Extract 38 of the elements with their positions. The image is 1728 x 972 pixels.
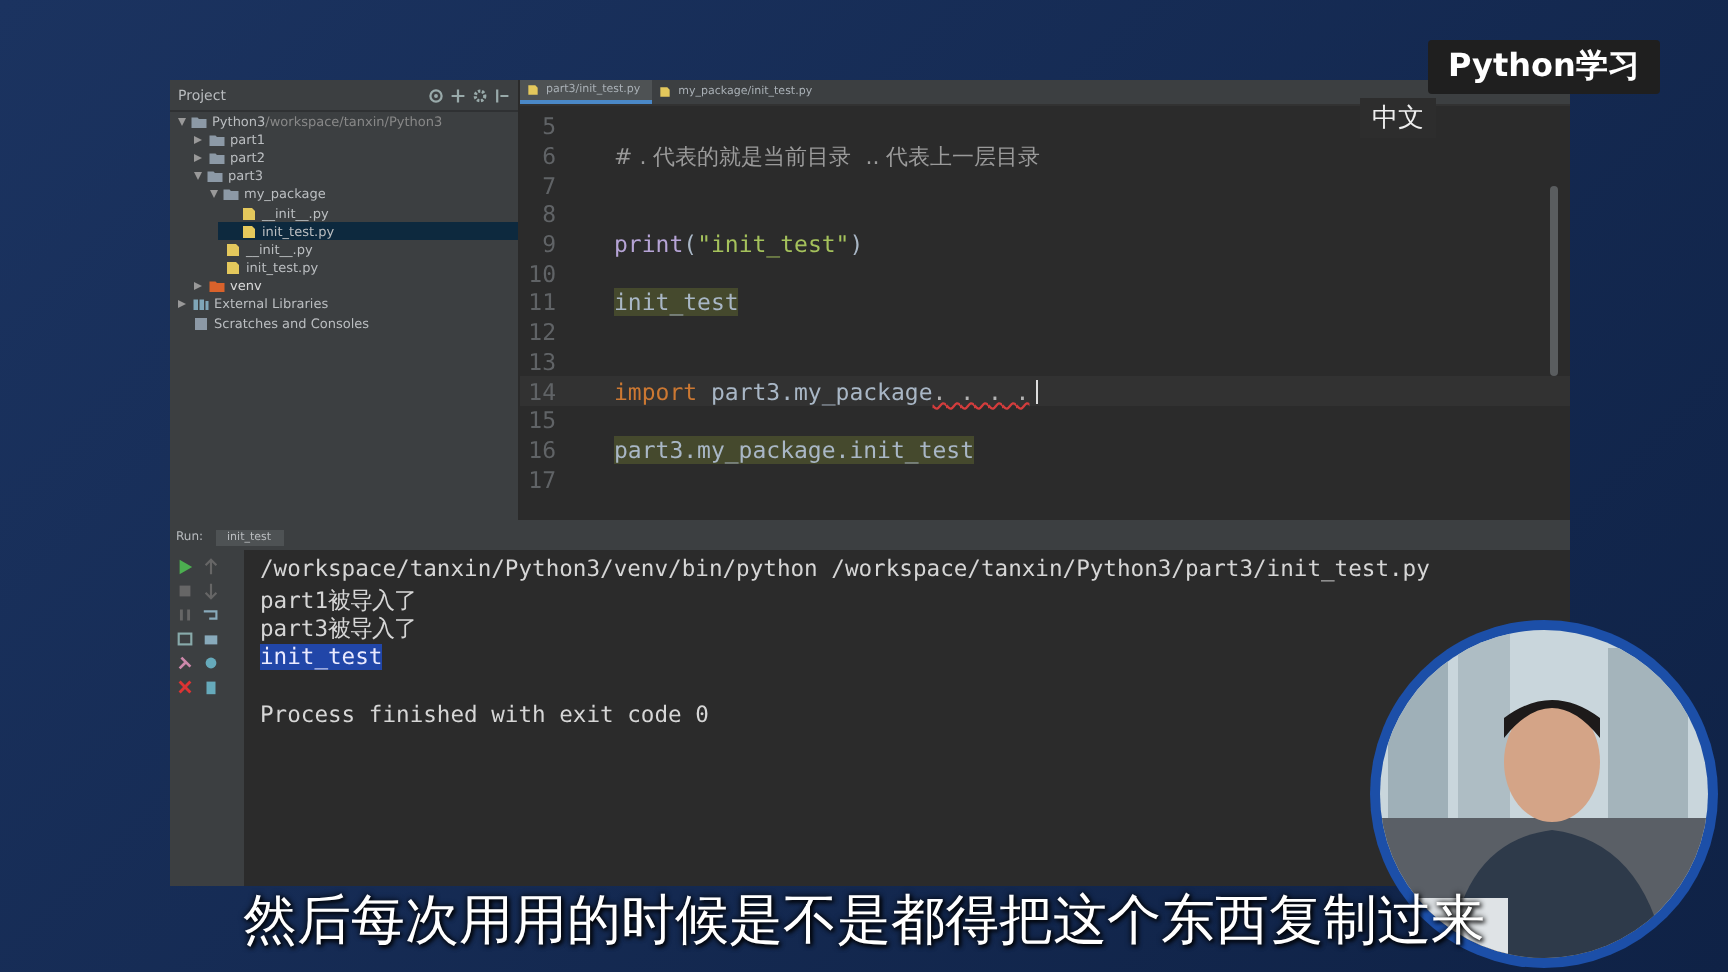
scrollbar[interactable] — [1550, 186, 1558, 376]
line-number: 16 — [526, 435, 558, 464]
line-number: 12 — [526, 318, 558, 347]
channel-badge: Python学习 — [1428, 40, 1660, 94]
play-icon[interactable] — [176, 558, 194, 576]
python-file-icon — [526, 84, 540, 96]
line-number: 7 — [540, 171, 558, 200]
line-number: 13 — [526, 347, 558, 376]
layout-icon[interactable] — [176, 630, 194, 648]
line-number: 9 — [540, 230, 558, 259]
gear-icon[interactable] — [472, 87, 488, 103]
subtitle: 然后每次用用的时候是不是都得把这个东西复制过来 — [241, 888, 1487, 956]
target-icon[interactable] — [428, 87, 444, 103]
console-output: Process finished with exit code 0 — [260, 701, 709, 727]
code-text: # . 代表的就是当前目录 .. 代表上一层目录 — [614, 141, 1041, 172]
hide-icon[interactable] — [494, 87, 510, 103]
console-output: part3被导入了 — [260, 614, 417, 644]
line-number: 17 — [526, 465, 558, 494]
console-output: /workspace/tanxin/Python3/venv/bin/python /workspace/tanxin/Python3/part3/init_test.py — [260, 556, 1430, 582]
line-number: 15 — [526, 406, 558, 435]
line-number: 8 — [540, 200, 558, 229]
code-text: init_test — [614, 288, 739, 317]
expand-icon[interactable] — [450, 87, 466, 103]
python-file-icon — [658, 86, 673, 98]
code-text: import part3.my_package. . . . — [614, 377, 1038, 406]
code-text: part3.my_package.init_test — [614, 435, 975, 464]
line-number: 6 — [540, 142, 558, 171]
line-number: 10 — [526, 259, 558, 288]
scratch-icon — [192, 315, 210, 332]
console-output: init_test — [260, 643, 383, 669]
line-number: 5 — [540, 112, 558, 141]
console-output: part1被导入了 — [260, 585, 417, 615]
folder-icon — [208, 278, 226, 295]
library-icon — [192, 296, 210, 313]
code-text: print("init_test") — [614, 230, 864, 259]
close-icon[interactable] — [176, 678, 194, 696]
wrap-icon[interactable] — [202, 606, 220, 624]
line-number: 11 — [526, 288, 558, 317]
